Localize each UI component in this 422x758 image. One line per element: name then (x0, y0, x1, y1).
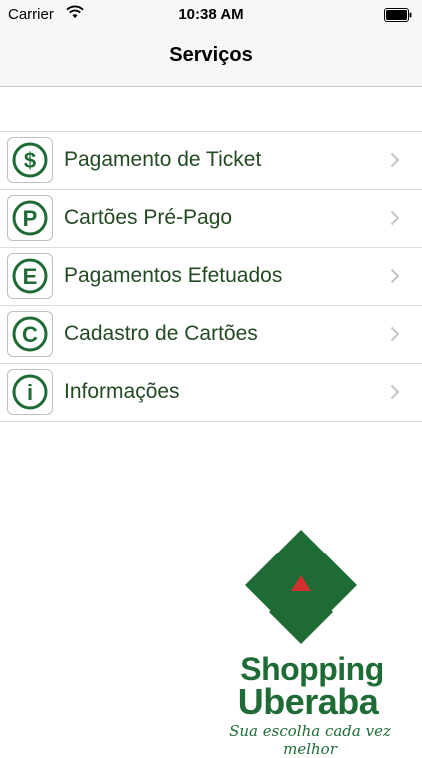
navigation-bar: Serviços (0, 30, 422, 87)
shopping-uberaba-logo: Shopping Uberaba Sua escolha cada vez me… (205, 525, 415, 758)
c-letter-icon: C (7, 311, 53, 357)
service-row-pagamento-ticket[interactable]: $ Pagamento de Ticket (0, 132, 422, 190)
svg-text:$: $ (24, 148, 36, 173)
dollar-icon: $ (7, 137, 53, 183)
svg-text:P: P (23, 206, 38, 231)
service-label: Pagamento de Ticket (64, 148, 262, 171)
service-label: Cadastro de Cartões (64, 322, 258, 345)
brand-tagline: Sua escolha cada vez melhor (229, 722, 391, 758)
logo-mark-icon (245, 530, 357, 644)
chevron-right-icon (390, 268, 400, 284)
status-bar: Carrier 10:38 AM (0, 0, 422, 30)
svg-text:C: C (22, 322, 38, 347)
service-row-informacoes[interactable]: i Informações (0, 364, 422, 422)
p-letter-icon: P (7, 195, 53, 241)
chevron-right-icon (390, 152, 400, 168)
battery-icon (384, 8, 412, 22)
service-row-pagamentos-efetuados[interactable]: E Pagamentos Efetuados (0, 248, 422, 306)
brand-name-line2: Uberaba (237, 681, 379, 722)
services-list: $ Pagamento de Ticket P Cartões Pré-Pago… (0, 131, 422, 422)
chevron-right-icon (390, 210, 400, 226)
service-label: Informações (64, 380, 180, 403)
service-label: Pagamentos Efetuados (64, 264, 283, 287)
svg-text:i: i (27, 380, 33, 405)
info-icon: i (7, 369, 53, 415)
chevron-right-icon (390, 384, 400, 400)
chevron-right-icon (390, 326, 400, 342)
e-letter-icon: E (7, 253, 53, 299)
svg-text:E: E (23, 264, 38, 289)
service-row-cadastro-cartoes[interactable]: C Cadastro de Cartões (0, 306, 422, 364)
clock: 10:38 AM (178, 6, 244, 23)
service-row-cartoes-pre-pago[interactable]: P Cartões Pré-Pago (0, 190, 422, 248)
service-label: Cartões Pré-Pago (64, 206, 233, 229)
page-title: Serviços (169, 44, 253, 66)
